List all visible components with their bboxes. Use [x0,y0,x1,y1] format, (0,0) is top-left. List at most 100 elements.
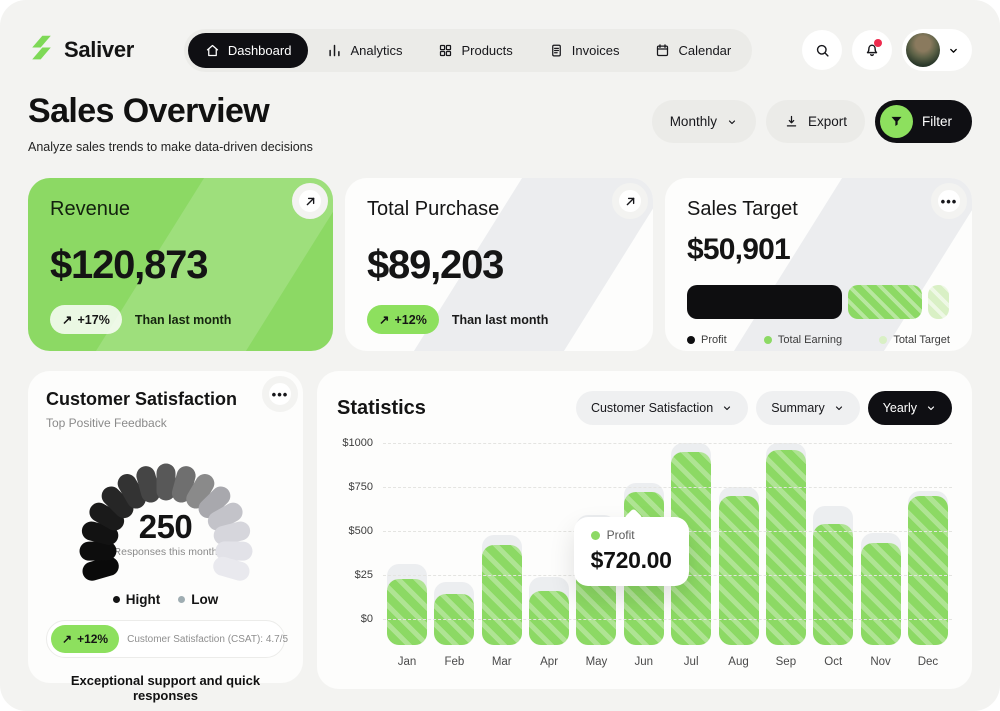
month-label: May [576,656,616,668]
avatar [906,33,940,67]
sales-target-progress [687,285,950,319]
top-actions [802,29,972,71]
chart-bar-feb[interactable] [434,443,474,645]
y-axis-tick: $500 [349,525,373,537]
tooltip-label: Profit [607,528,635,542]
month-label: Oct [813,656,853,668]
dashboard-page: Saliver Dashboard Analytics Products Invoic… [0,0,1000,711]
stat-cards-row: Revenue $120,873 ↗ +17% Than last month … [28,178,972,351]
trend-up-icon: ↗ [379,312,389,327]
month-label: Jan [387,656,427,668]
nav-item-label: Analytics [350,43,402,58]
nav-item-analytics[interactable]: Analytics [310,33,419,68]
target-legend-label: Total Target [893,334,950,346]
page-head: Sales Overview Analyze sales trends to m… [28,92,972,154]
csat-row: ↗ +12% Customer Satisfaction (CSAT): 4.7… [46,620,285,658]
bar-value [529,591,569,645]
revenue-card: Revenue $120,873 ↗ +17% Than last month [28,178,333,351]
brand-logo: Saliver [28,34,134,66]
sales-target-card: Sales Target $50,901 ProfitTotal Earning… [665,178,972,351]
profit-dot-icon [591,531,600,540]
chart-bar-apr[interactable] [529,443,569,645]
revenue-title: Revenue [50,198,311,221]
chevron-down-icon [925,402,937,414]
total-purchase-title: Total Purchase [367,198,631,221]
customer-satisfaction-menu-button[interactable]: ••• [262,376,298,412]
invoices-icon [549,43,564,58]
products-icon [438,43,453,58]
period-dropdown[interactable]: Monthly [652,100,756,143]
statistics-card: Statistics Customer SatisfactionSummaryY… [317,371,972,689]
gridline [383,487,952,488]
brand-name: Saliver [64,37,134,63]
target-legend-item: Total Earning [764,334,842,346]
month-label: Jul [671,656,711,668]
target-legend-label: Profit [701,334,727,346]
arrow-up-right-icon [303,194,318,209]
analytics-icon [327,43,342,58]
gauge-legend-item: Low [178,592,218,607]
stats-filter-customer-satisfaction[interactable]: Customer Satisfaction [576,391,748,425]
bar-value [387,579,427,645]
target-legend-item: Total Target [879,334,950,346]
stats-filter-yearly[interactable]: Yearly [868,391,952,425]
nav-item-label: Invoices [572,43,620,58]
nav-item-dashboard[interactable]: Dashboard [188,33,309,68]
y-axis-tick: $25 [355,569,373,581]
chart-bar-dec[interactable] [908,443,948,645]
export-label: Export [808,114,847,129]
legend-dot-icon [687,336,695,344]
search-icon [814,42,831,59]
stats-filter-label: Summary [771,401,824,415]
statistics-filters: Customer Satisfaction Summary Yearly [576,391,952,425]
export-button[interactable]: Export [766,100,865,143]
chart-bar-oct[interactable] [813,443,853,645]
chart-bar-nov[interactable] [861,443,901,645]
stats-filter-summary[interactable]: Summary [756,391,859,425]
gridline [383,619,952,620]
chevron-down-icon [721,402,733,414]
month-label: Mar [482,656,522,668]
legend-dot-icon [764,336,772,344]
ellipsis-icon: ••• [272,388,289,401]
total-purchase-open-button[interactable] [612,183,648,219]
revenue-value: $120,873 [50,243,311,288]
sales-target-legend: Profit Total Earning Total Target [687,334,950,346]
gauge-legend-label: Hight [126,592,161,607]
chart-y-axis: $1000$750$500$25$0 [337,443,383,645]
nav-item-calendar[interactable]: Calendar [638,33,748,68]
total-purchase-note: Than last month [452,313,549,327]
target-legend-item: Profit [687,334,727,346]
nav-item-label: Products [461,43,512,58]
chart-tooltip: Profit $720.00 [574,517,689,586]
chevron-down-icon [833,402,845,414]
chart-bar-mar[interactable] [482,443,522,645]
gauge-legend: Hight Low [46,592,285,607]
csat-change-badge: ↗ +12% [51,625,119,653]
chart-bar-jan[interactable] [387,443,427,645]
nav-item-products[interactable]: Products [421,33,529,68]
nav-item-invoices[interactable]: Invoices [532,33,637,68]
bar-value [719,496,759,645]
customer-satisfaction-subtitle: Top Positive Feedback [46,416,285,430]
sales-target-value: $50,901 [687,233,950,267]
calendar-icon [655,43,670,58]
month-label: Nov [861,656,901,668]
page-subtitle: Analyze sales trends to make data-driven… [28,140,313,154]
filter-button[interactable]: Filter [875,100,972,143]
chart-bar-aug[interactable] [719,443,759,645]
revenue-open-button[interactable] [292,183,328,219]
y-axis-tick: $1000 [342,437,373,449]
total-purchase-value: $89,203 [367,243,631,288]
period-label: Monthly [670,114,717,129]
head-controls: Monthly Export Filter [652,100,972,143]
satisfaction-gauge: 250 Responses this month [46,432,285,590]
search-button[interactable] [802,30,842,70]
chart-bar-sep[interactable] [766,443,806,645]
arrow-up-right-icon [623,194,638,209]
notifications-button[interactable] [852,30,892,70]
month-label: Jun [624,656,664,668]
user-menu[interactable] [902,29,972,71]
sales-target-menu-button[interactable]: ••• [931,183,967,219]
y-axis-tick: $0 [361,613,373,625]
